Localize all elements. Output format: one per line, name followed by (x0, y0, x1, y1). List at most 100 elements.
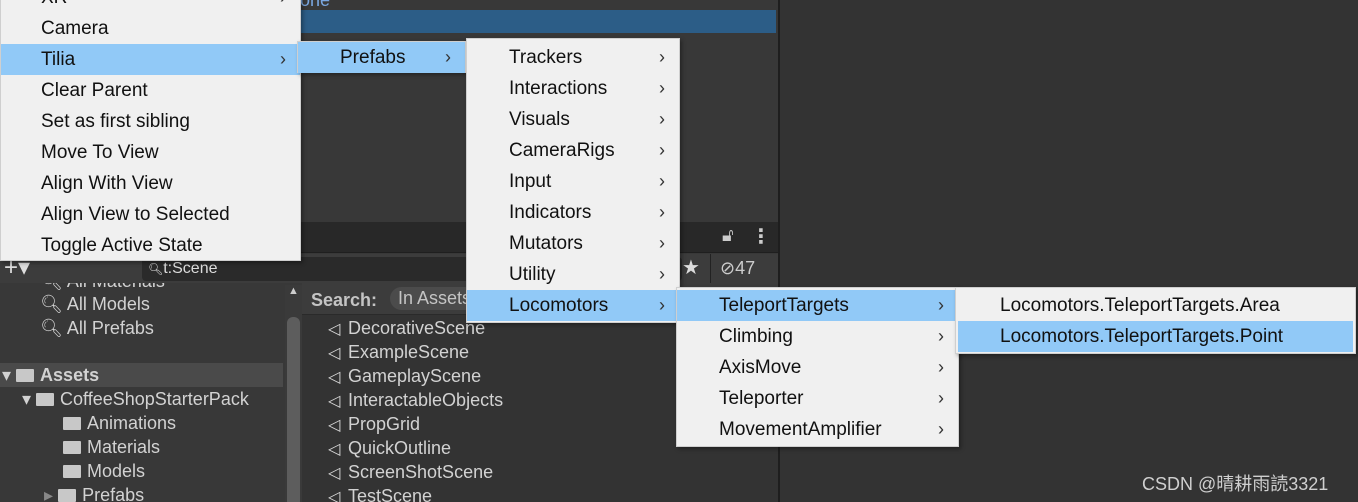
menu-item-label: Align With View (41, 173, 173, 194)
menu-item-label: Mutators (509, 233, 583, 254)
tree-item-models[interactable]: Models (63, 459, 145, 483)
menu-item-label: AxisMove (719, 357, 802, 378)
context-menu: XR › Camera Tilia › Clear Parent Set as first … (0, 0, 301, 261)
unity-scene-icon: ◁ (328, 369, 341, 386)
menu-item-movementamplifier[interactable]: MovementAmplifier › (677, 414, 958, 445)
scene-asset-item[interactable]: ◁ PropGrid (328, 412, 420, 436)
menu-item-camera[interactable]: Camera (1, 13, 300, 44)
menu-item-indicators[interactable]: Indicators › (467, 197, 679, 228)
hidden-count: 47 (735, 258, 756, 278)
menu-item-camerarigs[interactable]: CameraRigs › (467, 135, 679, 166)
scene-asset-item[interactable]: ◁ QuickOutline (328, 436, 451, 460)
search-icon: 🔍︎ (148, 262, 164, 276)
menu-item-xr[interactable]: XR › (1, 0, 300, 13)
scene-asset-label: PropGrid (348, 414, 421, 434)
menu-item-visuals[interactable]: Visuals › (467, 104, 679, 135)
scene-asset-label: GameplayScene (348, 366, 482, 386)
menu-item-label: Indicators (509, 202, 592, 223)
tree-item-animations[interactable]: Animations (63, 411, 176, 435)
tree-item-coffeeshop[interactable]: ▾ CoffeeShopStarterPack (22, 387, 249, 411)
unity-scene-icon: ◁ (328, 489, 341, 502)
unity-scene-icon: ◁ (328, 465, 341, 482)
hierarchy-selected-row[interactable] (300, 10, 776, 33)
menu-item-label: Teleporter (719, 388, 804, 409)
scene-asset-label: TestScene (348, 486, 433, 502)
menu-item-locomotors[interactable]: Locomotors › (467, 290, 679, 321)
tilia-submenu: Prefabs › (297, 41, 466, 73)
menu-item-interactions[interactable]: Interactions › (467, 73, 679, 104)
menu-item-label: Clear Parent (41, 80, 148, 101)
menu-item-utility[interactable]: Utility › (467, 259, 679, 290)
hierarchy-row-label: one (300, 0, 331, 10)
chevron-right-icon: › (445, 47, 451, 67)
menu-item-locomotors-teleporttargets-area[interactable]: Locomotors.TeleportTargets.Area (958, 290, 1353, 321)
scene-asset-label: InteractableObjects (348, 390, 504, 410)
chevron-right-icon: › (659, 202, 665, 222)
scene-asset-item[interactable]: ◁ GameplayScene (328, 364, 481, 388)
menu-item-input[interactable]: Input › (467, 166, 679, 197)
prefabs-submenu: Trackers › Interactions › Visuals › CameraRigs… (466, 38, 680, 323)
lock-icon[interactable]: 🔓︎ (722, 225, 734, 246)
tree-item-assets[interactable]: ▾ Assets (0, 363, 283, 387)
scene-asset-item[interactable]: ◁ DecorativeScene (328, 316, 485, 340)
tree-scrollbar[interactable]: ▲ (285, 285, 302, 502)
scene-asset-label: ScreenShotScene (348, 462, 494, 482)
chevron-right-icon: › (280, 49, 286, 69)
menu-item-trackers[interactable]: Trackers › (467, 42, 679, 73)
search-value: t:Scene (163, 260, 218, 277)
menu-item-toggle-active-state[interactable]: Toggle Active State (1, 230, 300, 261)
favorite-star-icon[interactable]: ★ (682, 254, 700, 282)
chevron-right-icon: › (659, 295, 665, 315)
menu-item-align-view-to-selected[interactable]: Align View to Selected (1, 199, 300, 230)
scene-asset-item[interactable]: ◁ TestScene (328, 484, 432, 502)
eye-slash-icon: ⊘ (720, 258, 736, 278)
scene-asset-item[interactable]: ◁ InteractableObjects (328, 388, 503, 412)
teleporttargets-submenu: Locomotors.TeleportTargets.Area Locomotor… (955, 287, 1356, 354)
menu-item-teleporttargets[interactable]: TeleportTargets › (677, 290, 958, 321)
unity-scene-icon: ◁ (328, 417, 341, 434)
menu-item-label: Visuals (509, 109, 570, 130)
scene-asset-label: DecorativeScene (348, 318, 486, 338)
chevron-right-icon: › (938, 388, 944, 408)
chevron-right-icon: › (938, 326, 944, 346)
chevron-right-icon: › (659, 264, 665, 284)
menu-item-label: XR (41, 0, 67, 8)
chevron-right-icon: › (659, 109, 665, 129)
scene-asset-item[interactable]: ◁ ExampleScene (328, 340, 469, 364)
scene-asset-label: QuickOutline (348, 438, 452, 458)
chevron-right-icon: › (280, 0, 286, 13)
menu-item-mutators[interactable]: Mutators › (467, 228, 679, 259)
watermark: CSDN @晴耕雨読3321 (1142, 474, 1329, 494)
menu-item-label: Move To View (41, 142, 159, 163)
menu-item-label: Locomotors.TeleportTargets.Point (1000, 326, 1284, 347)
menu-item-prefabs[interactable]: Prefabs › (298, 42, 465, 73)
menu-item-climbing[interactable]: Climbing › (677, 321, 958, 352)
menu-item-set-as-first-sibling[interactable]: Set as first sibling (1, 106, 300, 137)
menu-item-tilia[interactable]: Tilia › (1, 44, 300, 75)
menu-item-label: Locomotors (509, 295, 609, 316)
menu-item-label: Climbing (719, 326, 793, 347)
unity-scene-icon: ◁ (328, 393, 341, 410)
menu-item-label: Locomotors.TeleportTargets.Area (1000, 295, 1280, 316)
menu-item-move-to-view[interactable]: Move To View (1, 137, 300, 168)
hierarchy-row[interactable]: one (300, 0, 776, 10)
scene-asset-item[interactable]: ◁ ScreenShotScene (328, 460, 493, 484)
chevron-right-icon: › (659, 47, 665, 67)
tree-item-materials[interactable]: Materials (63, 435, 160, 459)
unity-scene-icon: ◁ (328, 441, 341, 458)
more-options-icon[interactable]: ⋮ (751, 224, 771, 249)
favorite-all-models[interactable]: 🔍︎ All Models (40, 292, 150, 316)
hidden-packages-button[interactable]: ⊘47 (720, 254, 755, 282)
menu-item-axismove[interactable]: AxisMove › (677, 352, 958, 383)
menu-item-label: Set as first sibling (41, 111, 190, 132)
favorite-all-prefabs[interactable]: 🔍︎ All Prefabs (40, 316, 154, 340)
tree-item-prefabs[interactable]: ▸ Prefabs (44, 483, 144, 502)
menu-item-clear-parent[interactable]: Clear Parent (1, 75, 300, 106)
menu-item-label: Input (509, 171, 552, 192)
menu-item-locomotors-teleporttargets-point[interactable]: Locomotors.TeleportTargets.Point (958, 321, 1353, 352)
menu-item-align-with-view[interactable]: Align With View (1, 168, 300, 199)
menu-item-label: Utility (509, 264, 556, 285)
menu-item-teleporter[interactable]: Teleporter › (677, 383, 958, 414)
search-label: Search: (311, 290, 378, 310)
menu-item-label: MovementAmplifier (719, 419, 882, 440)
